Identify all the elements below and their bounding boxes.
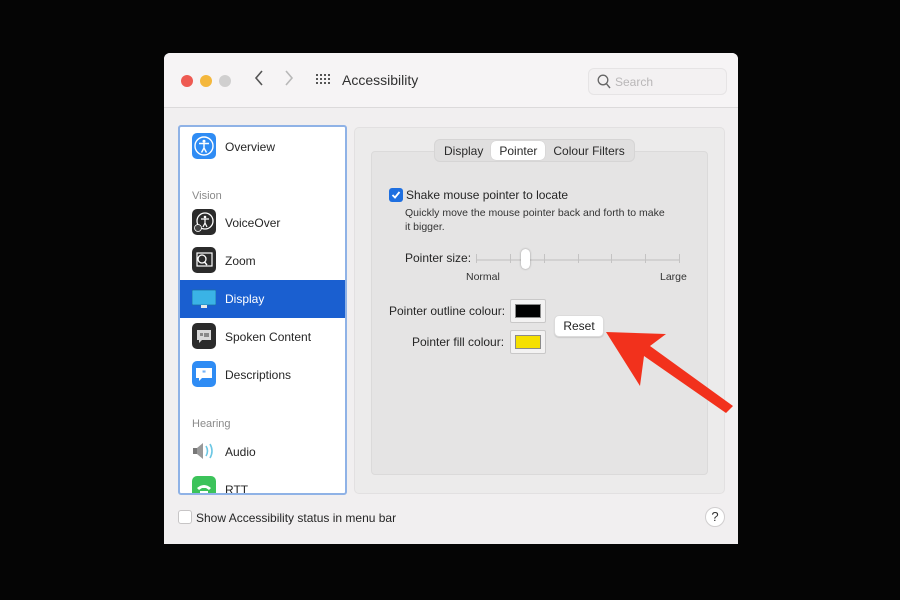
tab-display[interactable]: Display [436,141,491,160]
descriptions-icon: " [192,361,216,387]
sidebar-item-label: Zoom [225,254,256,268]
fill-colour-label: Pointer fill colour: [412,335,505,349]
zoom-window-button[interactable] [219,75,231,87]
slider-tick [645,254,646,263]
sidebar-item-display[interactable]: Display [180,280,345,318]
sidebar-item-audio[interactable]: Audio [180,433,345,471]
slider-tick [679,254,680,263]
tab-bar: Display Pointer Colour Filters [434,139,635,162]
display-icon [191,285,217,311]
shake-pointer-label: Shake mouse pointer to locate [406,188,569,202]
outline-colour-label: Pointer outline colour: [389,304,506,318]
sidebar[interactable]: Overview Vision VoiceOver Zoom Display S [178,125,347,495]
accessibility-window: Accessibility Overview Vision VoiceOver … [164,53,738,544]
slider-tick [544,254,545,263]
slider-tick [476,254,477,263]
close-window-button[interactable] [181,75,193,87]
sidebar-section-vision: Vision [192,190,222,202]
slider-max-label: Large [660,271,687,283]
voiceover-icon [192,209,216,235]
shake-description-line2: it bigger. [405,221,445,233]
pointer-size-label: Pointer size: [405,251,472,265]
sidebar-section-hearing: Hearing [192,418,231,430]
back-button[interactable] [250,70,268,92]
slider-tick [578,254,579,263]
slider-tick [611,254,612,263]
sidebar-item-label: Audio [225,445,256,459]
show-all-grid-icon[interactable] [316,74,332,88]
sidebar-item-label: Descriptions [225,368,292,382]
spoken-content-icon [192,323,216,349]
tab-colour-filters[interactable]: Colour Filters [545,141,632,160]
minimize-window-button[interactable] [200,75,212,87]
search-input[interactable] [615,72,720,92]
sidebar-item-voiceover[interactable]: VoiceOver [180,204,345,242]
svg-text:": " [202,370,206,379]
sidebar-item-overview[interactable]: Overview [180,128,345,166]
sidebar-item-label: Display [225,292,265,306]
fill-colour-well[interactable] [510,330,546,354]
reset-button[interactable]: Reset [554,315,604,337]
window-title: Accessibility [342,72,419,88]
sidebar-item-label: Spoken Content [225,330,312,344]
speaker-icon [192,438,216,464]
chevron-right-icon [285,70,294,86]
sidebar-item-zoom[interactable]: Zoom [180,242,345,280]
sidebar-item-rtt[interactable]: RTT [180,471,345,495]
shake-pointer-checkbox[interactable] [389,188,403,202]
checkmark-icon [391,191,401,199]
pointer-size-slider-thumb[interactable] [520,249,530,269]
fill-colour-swatch [515,335,541,349]
search-field[interactable] [588,68,727,95]
outline-colour-well[interactable] [510,299,546,323]
help-button[interactable]: ? [705,507,725,527]
accessibility-icon [192,133,216,159]
tab-pointer[interactable]: Pointer [491,141,546,160]
sidebar-item-label: RTT [225,483,249,495]
search-icon [597,74,611,89]
chevron-left-icon [254,70,263,86]
sidebar-item-descriptions[interactable]: " Descriptions [180,356,345,394]
sidebar-item-label: Overview [225,140,276,154]
sidebar-item-spoken-content[interactable]: Spoken Content [180,318,345,356]
outline-colour-swatch [515,304,541,318]
zoom-icon [192,247,216,273]
show-status-label: Show Accessibility status in menu bar [196,511,397,525]
title-bar: Accessibility [164,53,738,108]
show-status-checkbox[interactable] [178,510,192,524]
forward-button[interactable] [280,70,298,92]
rtt-phone-icon [192,476,216,493]
slider-tick [510,254,511,263]
sidebar-item-label: VoiceOver [225,216,281,230]
shake-description-line1: Quickly move the mouse pointer back and … [405,207,665,219]
slider-min-label: Normal [466,271,500,283]
